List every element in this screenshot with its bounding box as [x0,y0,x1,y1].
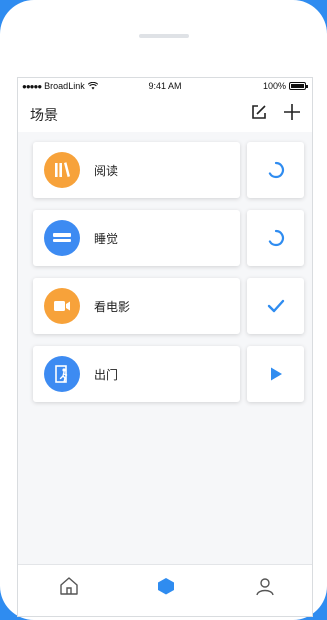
nav-bar: 场景 [18,96,312,132]
scene-card-reading[interactable]: 阅读 [33,142,240,198]
profile-icon[interactable] [254,575,276,597]
edit-icon[interactable] [250,103,268,121]
phone-speaker [139,34,189,38]
scene-card-movie[interactable]: 看电影 [33,278,240,334]
phone-frame: ●●●●● BroadLink 9:41 AM 100% 场景 阅读 睡觉 看电… [0,0,327,620]
scene-label: 出门 [94,368,119,382]
play-icon [270,367,282,381]
loading-spinner-icon [268,229,284,247]
status-bar: ●●●●● BroadLink 9:41 AM 100% [18,78,312,96]
scene-row-leave-home: 出门 [33,346,304,402]
home-icon[interactable] [58,575,80,597]
scene-action-button[interactable] [247,210,304,266]
scene-card-sleep[interactable]: 睡觉 [33,210,240,266]
scene-card-leave-home[interactable]: 出门 [33,346,240,402]
battery-percent: 100% [262,81,286,91]
scene-label: 睡觉 [94,232,119,246]
app-screen: ●●●●● BroadLink 9:41 AM 100% 场景 阅读 睡觉 看电… [17,77,313,617]
plus-icon[interactable] [282,102,302,122]
loading-spinner-icon [268,161,284,179]
scene-row-movie: 看电影 [33,278,304,334]
scene-label: 阅读 [94,164,119,178]
video-camera-icon [44,288,80,324]
scene-row-sleep: 睡觉 [33,210,304,266]
battery-icon [289,82,308,90]
scene-row-reading: 阅读 [33,142,304,198]
scene-action-button[interactable] [247,142,304,198]
checkmark-icon [267,299,284,313]
scene-label: 看电影 [94,300,131,314]
book-icon [44,152,80,188]
bed-icon [44,220,80,256]
exit-door-icon [44,356,80,392]
device-icon[interactable] [155,575,177,597]
page-title: 场景 [30,107,58,123]
scene-action-button[interactable] [247,278,304,334]
scene-action-button[interactable] [247,346,304,402]
tab-bar [18,564,312,616]
